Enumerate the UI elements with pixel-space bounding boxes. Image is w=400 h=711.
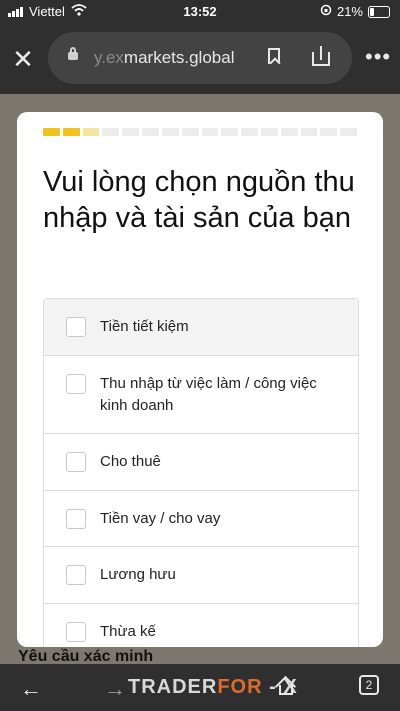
option-label: Tiền vay / cho vay xyxy=(100,510,221,527)
url-faded-part: y.ex xyxy=(94,48,124,67)
modal-title: Vui lòng chọn nguồn thu nhập và tài sản … xyxy=(43,166,355,234)
income-source-modal: Vui lòng chọn nguồn thu nhập và tài sản … xyxy=(17,112,383,647)
status-bar: Viettel 13:52 21% xyxy=(0,0,400,24)
options-list: Tiền tiết kiệm Thu nhập từ việc làm / cô… xyxy=(43,298,359,647)
option-item-loans[interactable]: Tiền vay / cho vay xyxy=(44,491,358,547)
address-bar[interactable]: y.exmarkets.global xyxy=(48,32,352,84)
option-label: Tiền tiết kiệm xyxy=(100,318,189,335)
option-item-inheritance[interactable]: Thừa kế xyxy=(44,604,358,647)
progress-segment xyxy=(43,128,60,136)
progress-segment xyxy=(142,128,159,136)
checkbox[interactable] xyxy=(66,452,86,472)
checkbox[interactable] xyxy=(66,622,86,642)
more-options-icon[interactable]: ••• xyxy=(365,46,391,68)
orientation-lock-icon xyxy=(320,4,332,19)
progress-bar xyxy=(43,128,357,136)
progress-segment xyxy=(280,128,298,136)
browser-bar: ✕ y.exmarkets.global ••• xyxy=(0,24,400,94)
option-item-savings[interactable]: Tiền tiết kiệm xyxy=(44,299,358,356)
option-item-pension[interactable]: Lương hưu xyxy=(44,547,358,604)
progress-segment xyxy=(241,128,258,136)
close-icon[interactable]: ✕ xyxy=(10,46,36,72)
option-label: Lương hưu xyxy=(100,566,176,583)
progress-segment xyxy=(340,128,357,136)
status-right: 21% xyxy=(320,4,390,19)
option-label: Thừa kế xyxy=(100,623,156,640)
checkbox[interactable] xyxy=(66,317,86,337)
option-label: Thu nhập từ việc làm / công việc kinh do… xyxy=(100,375,317,414)
back-arrow-icon[interactable]: ← xyxy=(20,676,42,702)
battery-percent: 21% xyxy=(336,4,363,19)
progress-segment xyxy=(260,128,278,136)
progress-segment xyxy=(221,128,239,136)
option-item-employment-income[interactable]: Thu nhập từ việc làm / công việc kinh do… xyxy=(44,356,358,434)
checkbox[interactable] xyxy=(66,509,86,529)
progress-segment xyxy=(161,128,179,136)
url-main-part: markets.global xyxy=(123,48,235,67)
progress-segment xyxy=(320,128,338,136)
progress-segment xyxy=(122,128,140,136)
watermark-logo: TRADERFOR - X xyxy=(128,676,298,698)
share-icon[interactable] xyxy=(312,46,330,66)
progress-segment xyxy=(300,128,318,136)
progress-segment xyxy=(181,128,199,136)
tabs-count-icon[interactable]: 2 xyxy=(359,675,379,695)
forward-arrow-icon[interactable]: → xyxy=(104,676,126,702)
progress-segment xyxy=(62,128,80,136)
checkbox[interactable] xyxy=(66,374,86,394)
browser-toolbar: ← → TRADERFOR - X 2 xyxy=(0,664,400,711)
progress-segment xyxy=(201,128,219,136)
lock-icon xyxy=(68,47,78,60)
bookmark-icon[interactable] xyxy=(268,48,280,64)
option-label: Cho thuê xyxy=(100,453,161,470)
progress-segment xyxy=(102,128,120,136)
home-icon[interactable] xyxy=(277,676,295,695)
progress-segment xyxy=(82,128,100,136)
option-item-rental[interactable]: Cho thuê xyxy=(44,434,358,491)
battery-icon xyxy=(368,5,390,18)
checkbox[interactable] xyxy=(66,565,86,585)
url-text: y.exmarkets.global xyxy=(94,48,234,68)
